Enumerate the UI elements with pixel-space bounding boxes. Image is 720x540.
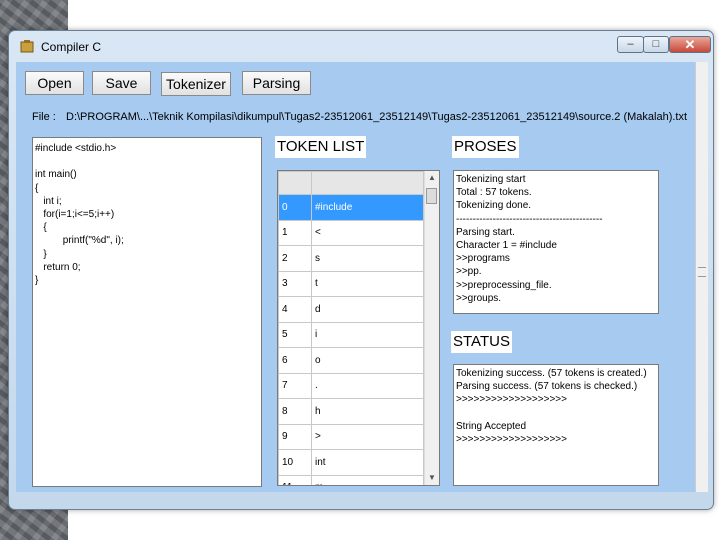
table-row[interactable]: 10 int bbox=[278, 449, 424, 476]
token-index: 4 bbox=[278, 296, 312, 323]
status-log[interactable]: Tokenizing success. (57 tokens is create… bbox=[453, 364, 659, 486]
tokenizer-button[interactable]: Tokenizer bbox=[161, 72, 231, 96]
token-value: < bbox=[311, 219, 424, 246]
token-index: 1 bbox=[278, 219, 312, 246]
scroll-down-icon[interactable]: ▼ bbox=[425, 471, 439, 485]
table-row[interactable]: 5i bbox=[278, 321, 424, 348]
token-value: s bbox=[311, 245, 424, 272]
token-value: . bbox=[311, 372, 424, 399]
token-index: 7 bbox=[278, 372, 312, 399]
token-value: o bbox=[311, 347, 424, 374]
token-value: d bbox=[311, 296, 424, 323]
token-index: 5 bbox=[278, 321, 312, 348]
window-title: Compiler C bbox=[41, 40, 102, 54]
token-value: h bbox=[311, 398, 424, 425]
proses-title: PROSES bbox=[452, 136, 519, 158]
title-bar[interactable]: Compiler C – □ ✕ bbox=[9, 31, 713, 61]
proses-text: Tokenizing start Total : 57 tokens. Toke… bbox=[456, 174, 603, 304]
table-row[interactable]: 6o bbox=[278, 347, 424, 374]
table-row[interactable]: 0 #include bbox=[278, 194, 424, 221]
scroll-thumb[interactable] bbox=[426, 188, 437, 204]
close-button[interactable]: ✕ bbox=[669, 36, 711, 53]
token-index: 11 bbox=[278, 474, 312, 485]
token-index: 8 bbox=[278, 398, 312, 425]
status-text: Tokenizing success. (57 tokens is create… bbox=[456, 368, 647, 446]
token-list-title: TOKEN LIST bbox=[275, 136, 367, 158]
table-row[interactable]: 2s bbox=[278, 245, 424, 272]
column-header-index[interactable] bbox=[278, 171, 312, 195]
table-row[interactable]: 8h bbox=[278, 398, 424, 425]
status-title: STATUS bbox=[451, 331, 512, 353]
token-list-scrollbar[interactable]: ▲ ▼ bbox=[424, 171, 439, 485]
minimize-button[interactable]: – bbox=[617, 36, 644, 53]
table-row[interactable]: 4d bbox=[278, 296, 424, 323]
token-value: i bbox=[311, 321, 424, 348]
save-button[interactable]: Save bbox=[92, 71, 151, 95]
token-value: m bbox=[311, 474, 424, 485]
token-value: t bbox=[311, 270, 424, 297]
file-path: D:\PROGRAM\...\Teknik Kompilasi\dikumpul… bbox=[66, 111, 688, 123]
source-code-editor[interactable]: #include <stdio.h> int main() { int i; f… bbox=[32, 137, 262, 487]
token-index: 6 bbox=[278, 347, 312, 374]
token-list-grid[interactable]: 0 #include 1 < 2s 3t 4d 5i 6o 7. 8h 9 > 10 i… bbox=[277, 170, 440, 486]
token-value: int bbox=[311, 449, 424, 476]
token-value: > bbox=[311, 423, 424, 450]
scrollbar-grip-icon bbox=[698, 267, 706, 277]
parsing-button[interactable]: Parsing bbox=[242, 71, 311, 95]
table-row[interactable]: 11m bbox=[278, 474, 424, 485]
token-index: 3 bbox=[278, 270, 312, 297]
app-icon bbox=[20, 40, 34, 53]
token-value: #include bbox=[311, 194, 424, 221]
token-index: 2 bbox=[278, 245, 312, 272]
token-index: 9 bbox=[278, 423, 312, 450]
open-button[interactable]: Open bbox=[25, 71, 84, 95]
column-header-token[interactable] bbox=[311, 171, 424, 195]
file-label: File : bbox=[32, 111, 56, 123]
proses-log[interactable]: Tokenizing start Total : 57 tokens. Toke… bbox=[453, 170, 659, 314]
table-row[interactable]: 7. bbox=[278, 372, 424, 399]
window-scrollbar[interactable] bbox=[695, 62, 708, 492]
token-index: 0 bbox=[278, 194, 312, 221]
token-table-header bbox=[278, 171, 424, 195]
table-row[interactable]: 1 < bbox=[278, 219, 424, 246]
maximize-button[interactable]: □ bbox=[643, 36, 669, 53]
scroll-up-icon[interactable]: ▲ bbox=[425, 171, 439, 185]
table-row[interactable]: 3t bbox=[278, 270, 424, 297]
token-index: 10 bbox=[278, 449, 312, 476]
source-code-text: #include <stdio.h> int main() { int i; f… bbox=[35, 143, 124, 287]
table-row[interactable]: 9 > bbox=[278, 423, 424, 450]
token-table: 0 #include 1 < 2s 3t 4d 5i 6o 7. 8h 9 > 10 i… bbox=[278, 171, 424, 485]
